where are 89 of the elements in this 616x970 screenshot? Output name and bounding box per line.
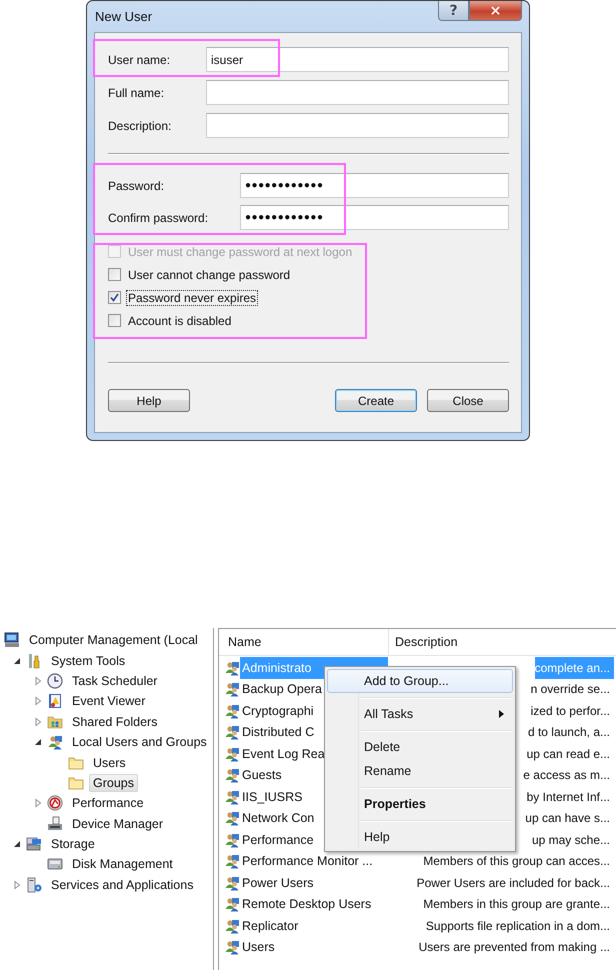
- group-icon: [224, 788, 240, 805]
- group-icon: [224, 660, 240, 676]
- group-description: Supports file replication in a dom...: [426, 918, 611, 935]
- group-description: Members of this group can acces...: [423, 853, 611, 870]
- group-icon: [224, 896, 240, 912]
- tree-item[interactable]: Device Manager: [68, 814, 168, 833]
- window-title: New User: [95, 9, 154, 24]
- column-header[interactable]: Description: [388, 629, 616, 655]
- tree-item[interactable]: Computer Management (Local: [25, 631, 202, 650]
- dialog-button[interactable]: Close: [427, 389, 509, 412]
- input-field[interactable]: isuser: [206, 47, 509, 72]
- group-icon: [224, 918, 240, 934]
- group-description: e access as m...: [523, 767, 611, 784]
- dialog-button[interactable]: Create: [335, 389, 417, 412]
- tree-item[interactable]: Storage: [47, 835, 99, 854]
- clock-icon: [47, 672, 63, 689]
- users-icon: [47, 734, 63, 750]
- storage-icon: [26, 836, 42, 852]
- checkbox[interactable]: [108, 314, 121, 327]
- group-icon: [224, 939, 240, 956]
- input-field[interactable]: [206, 113, 509, 138]
- tree-item[interactable]: Groups: [89, 774, 138, 792]
- dialog-button[interactable]: Help: [108, 389, 190, 412]
- shared-folder-icon: [47, 714, 63, 730]
- password-field[interactable]: ●●●●●●●●●●●●: [240, 205, 509, 230]
- group-icon: [224, 767, 240, 784]
- menu-item[interactable]: All Tasks: [327, 702, 513, 726]
- group-description: d to launch, a...: [528, 724, 611, 742]
- column-header[interactable]: Name: [219, 629, 388, 655]
- menu-item[interactable]: Properties: [327, 792, 513, 816]
- group-description: complete an...: [534, 657, 614, 678]
- checkbox[interactable]: [108, 268, 121, 281]
- group-description: Members in this group are grante...: [423, 896, 611, 914]
- server-icon: [26, 876, 42, 893]
- group-icon: [224, 702, 240, 719]
- device-icon: [47, 816, 63, 832]
- tree-item[interactable]: Services and Applications: [47, 876, 198, 894]
- folder-icon: [68, 774, 84, 791]
- checkbox[interactable]: [108, 291, 121, 304]
- group-description: up can have s...: [525, 810, 611, 828]
- close-button[interactable]: ×: [469, 1, 522, 21]
- computer-icon: [4, 632, 20, 648]
- checkbox-label: Account is disabled: [127, 312, 232, 328]
- group-name[interactable]: Users: [240, 936, 388, 958]
- tree-item[interactable]: Task Scheduler: [68, 672, 162, 690]
- menu-item[interactable]: Delete: [327, 735, 513, 759]
- folder-icon: [68, 754, 84, 771]
- group-description: n override se...: [530, 681, 611, 698]
- tree-item[interactable]: Event Viewer: [68, 692, 150, 710]
- input-field[interactable]: [206, 80, 509, 105]
- group-description: up may sche...: [532, 832, 611, 849]
- group-description: Power Users are included for back...: [416, 874, 611, 892]
- checkbox-label: Password never expires: [126, 290, 258, 306]
- help-button[interactable]: ?: [438, 1, 469, 21]
- gauge-icon: [47, 795, 63, 812]
- field-label: Description:: [108, 118, 172, 132]
- group-icon: [224, 746, 240, 762]
- field-label: Password:: [108, 178, 166, 192]
- field-label: User name:: [108, 52, 172, 66]
- group-name[interactable]: Power Users: [240, 872, 388, 894]
- password-field[interactable]: ●●●●●●●●●●●●: [240, 173, 509, 198]
- tree-item[interactable]: System Tools: [47, 652, 130, 670]
- group-icon: [224, 810, 240, 826]
- group-description: by Internet Inf...: [526, 788, 611, 806]
- group-name[interactable]: Replicator: [240, 915, 388, 936]
- group-icon: [224, 874, 240, 891]
- tree-item[interactable]: Performance: [68, 794, 148, 812]
- log-icon: [47, 693, 63, 710]
- field-label: Confirm password:: [108, 210, 210, 224]
- tools-icon: [26, 652, 42, 669]
- checkbox-label: User cannot change password: [127, 266, 292, 282]
- group-icon: [224, 832, 240, 848]
- group-name[interactable]: Remote Desktop Users: [240, 894, 388, 915]
- group-description: Users are prevented from making ...: [418, 939, 611, 956]
- tree-item[interactable]: Shared Folders: [68, 712, 162, 731]
- group-description: ized to perfor...: [530, 702, 611, 720]
- group-icon: [224, 724, 240, 740]
- menu-item[interactable]: Rename: [327, 759, 513, 783]
- tree-item[interactable]: Disk Management: [68, 855, 177, 874]
- menu-item[interactable]: Add to Group...: [327, 669, 513, 693]
- tree-item[interactable]: Local Users and Groups: [68, 733, 211, 752]
- group-icon: [224, 853, 240, 870]
- group-icon: [224, 681, 240, 698]
- group-name[interactable]: Performance Monitor ...: [240, 850, 388, 872]
- field-label: Full name:: [108, 86, 166, 100]
- tree-item[interactable]: Users: [89, 754, 130, 772]
- checkbox-label: User must change password at next logon: [127, 244, 354, 260]
- group-description: up can read e...: [526, 746, 611, 763]
- menu-item[interactable]: Help: [327, 825, 513, 849]
